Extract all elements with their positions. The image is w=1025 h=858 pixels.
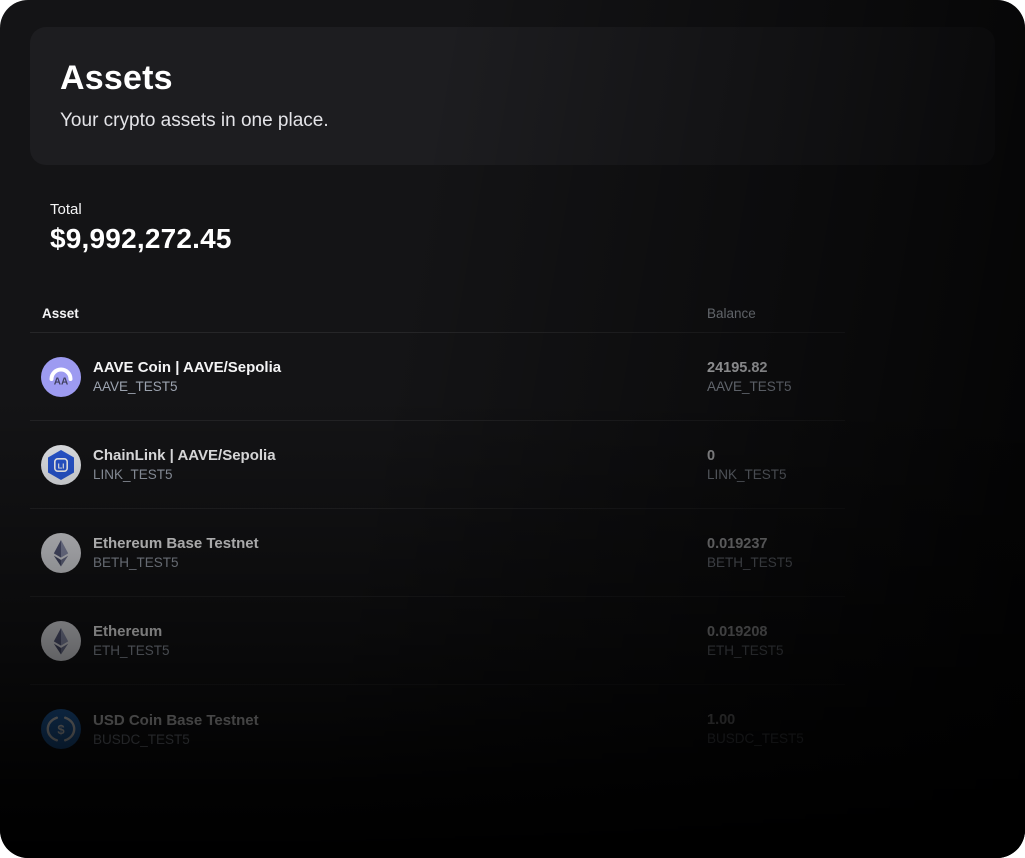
asset-name: Ethereum Base Testnet: [93, 535, 259, 552]
page-subtitle: Your crypto assets in one place.: [60, 110, 965, 132]
asset-name: ChainLink | AAVE/Sepolia: [93, 447, 276, 464]
asset-row-eth[interactable]: Ethereum ETH_TEST5 0.019208 ETH_TEST5: [30, 597, 845, 685]
asset-row-aave[interactable]: AA AAVE Coin | AAVE/Sepolia AAVE_TEST5 2…: [30, 333, 845, 421]
asset-row-busdc[interactable]: $ USD Coin Base Testnet BUSDC_TEST5 1.00…: [30, 685, 845, 773]
asset-symbol: AAVE_TEST5: [93, 379, 281, 394]
aave-coin-icon: AA: [41, 357, 81, 397]
total-amount: $9,992,272.45: [50, 223, 232, 255]
balance-value: 1.00: [707, 712, 804, 728]
balance-symbol: ETH_TEST5: [707, 643, 784, 658]
balance-symbol: BETH_TEST5: [707, 555, 793, 570]
balance-value: 24195.82: [707, 360, 792, 376]
asset-name: AAVE Coin | AAVE/Sepolia: [93, 359, 281, 376]
asset-row-beth[interactable]: Ethereum Base Testnet BETH_TEST5 0.01923…: [30, 509, 845, 597]
page-title: Assets: [60, 59, 965, 98]
table-header: Asset Balance: [30, 298, 845, 333]
svg-text:AA: AA: [54, 376, 68, 387]
chainlink-icon: LI: [41, 445, 81, 485]
asset-symbol: ETH_TEST5: [93, 643, 170, 658]
asset-symbol: BETH_TEST5: [93, 555, 259, 570]
svg-text:LI: LI: [58, 461, 65, 470]
asset-symbol: BUSDC_TEST5: [93, 732, 259, 747]
total-label: Total: [50, 201, 232, 218]
ethereum-icon: [41, 621, 81, 661]
column-header-balance: Balance: [707, 306, 756, 321]
balance-symbol: LINK_TEST5: [707, 467, 787, 482]
svg-text:$: $: [57, 722, 65, 737]
page-header-card: Assets Your crypto assets in one place.: [30, 27, 995, 165]
balance-value: 0.019208: [707, 624, 784, 640]
balance-symbol: AAVE_TEST5: [707, 379, 792, 394]
column-header-asset: Asset: [42, 306, 79, 321]
usd-coin-icon: $: [41, 709, 81, 749]
asset-name: USD Coin Base Testnet: [93, 712, 259, 729]
asset-row-chainlink[interactable]: LI ChainLink | AAVE/Sepolia LINK_TEST5 0…: [30, 421, 845, 509]
asset-symbol: LINK_TEST5: [93, 467, 276, 482]
total-section: Total $9,992,272.45: [50, 201, 232, 255]
assets-page: Assets Your crypto assets in one place. …: [0, 0, 1025, 858]
balance-value: 0.019237: [707, 536, 793, 552]
ethereum-icon: [41, 533, 81, 573]
balance-value: 0: [707, 448, 787, 464]
balance-symbol: BUSDC_TEST5: [707, 731, 804, 746]
asset-table: Asset Balance AA AAVE Coin | AAVE/Sepoli…: [30, 298, 845, 773]
asset-name: Ethereum: [93, 623, 170, 640]
